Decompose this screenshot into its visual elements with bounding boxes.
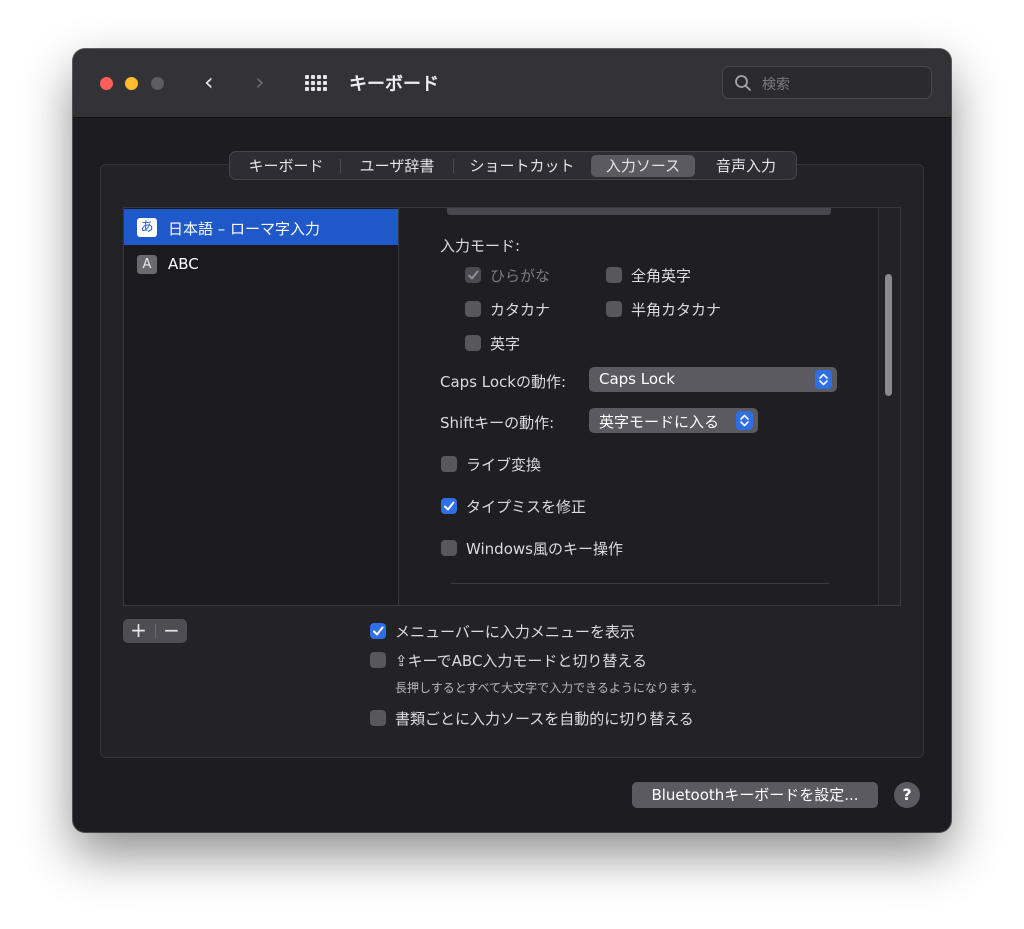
- updown-chevron-icon: [815, 370, 832, 389]
- auto-switch-label: 書類ごとに入力ソースを自動的に切り替える: [395, 710, 694, 728]
- shift-label: Shiftキーの動作:: [440, 414, 555, 432]
- back-chevron-icon[interactable]: ‹: [204, 68, 214, 96]
- live-conversion-label: ライブ変換: [466, 456, 542, 474]
- hiragana-label: ひらがな: [490, 267, 551, 285]
- source-label: ABC: [168, 255, 199, 273]
- scrollbar-track[interactable]: [878, 208, 900, 605]
- tab-dictation[interactable]: 音声入力: [702, 155, 790, 177]
- tab-input-sources[interactable]: 入力ソース: [591, 155, 695, 177]
- source-item-japanese[interactable]: あ 日本語 – ローマ字入力: [124, 209, 398, 245]
- eiji-label: 英字: [490, 335, 521, 353]
- search-placeholder: 検索: [762, 77, 790, 93]
- setup-bluetooth-keyboard-button[interactable]: Bluetoothキーボードを設定...: [632, 782, 878, 808]
- live-conversion-checkbox[interactable]: [441, 456, 457, 472]
- hiragana-badge-icon: あ: [137, 218, 157, 237]
- show-input-menu-label: メニューバーに入力メニューを表示: [395, 623, 635, 641]
- scrollbar-thumb[interactable]: [885, 274, 892, 396]
- capslock-abc-hint: 長押しするとすべて大文字で入力できるようになります。: [395, 681, 704, 695]
- tab-shortcuts[interactable]: ショートカット: [460, 155, 584, 177]
- windows-keys-checkbox[interactable]: [441, 540, 457, 556]
- list-add-remove-buttons: + −: [123, 619, 187, 643]
- hankaku-katakana-label: 半角カタカナ: [631, 301, 722, 319]
- shift-value: 英字モードに入る: [599, 413, 720, 431]
- eiji-checkbox[interactable]: [465, 335, 481, 351]
- source-options-pane: 入力モード: ひらがな 全角英字 カタカナ 半角カタカナ 英字 Caps Loc…: [399, 207, 901, 606]
- scrolled-content-edge: [447, 208, 831, 215]
- auto-switch-checkbox[interactable]: [370, 710, 386, 726]
- search-field[interactable]: 検索: [722, 66, 932, 99]
- titlebar: ‹ › キーボード 検索: [73, 49, 951, 118]
- tab-user-dictionary[interactable]: ユーザ辞書: [347, 155, 447, 177]
- typo-correction-checkbox[interactable]: [441, 498, 457, 514]
- remove-source-button[interactable]: −: [156, 619, 187, 643]
- windows-keys-label: Windows風のキー操作: [466, 540, 623, 558]
- updown-chevron-icon: [736, 411, 753, 430]
- capslock-abc-label: ⇪キーでABC入力モードと切り替える: [395, 652, 647, 670]
- source-item-abc[interactable]: A ABC: [124, 246, 398, 282]
- minimize-window-button[interactable]: [125, 77, 138, 90]
- zenkaku-eiji-checkbox[interactable]: [606, 267, 622, 283]
- forward-chevron-icon[interactable]: ›: [255, 68, 265, 96]
- help-button[interactable]: ?: [894, 782, 920, 808]
- input-mode-heading: 入力モード:: [440, 237, 521, 255]
- capslock-abc-checkbox[interactable]: [370, 652, 386, 668]
- search-icon: [735, 75, 751, 91]
- source-label: 日本語 – ローマ字入力: [168, 220, 321, 238]
- show-all-grid-icon[interactable]: [305, 75, 327, 91]
- hiragana-checkbox: [465, 267, 481, 283]
- add-source-button[interactable]: +: [123, 619, 154, 643]
- caps-lock-label: Caps Lockの動作:: [440, 373, 567, 391]
- caps-lock-popup[interactable]: Caps Lock: [589, 367, 837, 392]
- close-window-button[interactable]: [100, 77, 113, 90]
- katakana-label: カタカナ: [490, 301, 551, 319]
- abc-badge-icon: A: [137, 255, 157, 274]
- tab-bar: キーボード ユーザ辞書 ショートカット 入力ソース 音声入力: [229, 151, 797, 180]
- window-title: キーボード: [349, 74, 439, 95]
- tab-keyboard[interactable]: キーボード: [238, 155, 334, 177]
- input-source-list[interactable]: あ 日本語 – ローマ字入力 A ABC: [123, 207, 399, 606]
- caps-lock-value: Caps Lock: [599, 370, 675, 388]
- hankaku-katakana-checkbox[interactable]: [606, 301, 622, 317]
- katakana-checkbox[interactable]: [465, 301, 481, 317]
- typo-correction-label: タイプミスを修正: [466, 498, 587, 516]
- preferences-window: ‹ › キーボード 検索 キーボード ユーザ辞書 ショートカット 入力ソース 音…: [73, 49, 951, 832]
- show-input-menu-checkbox[interactable]: [370, 623, 386, 639]
- divider: [451, 583, 829, 584]
- zoom-window-button[interactable]: [151, 77, 164, 90]
- zenkaku-eiji-label: 全角英字: [631, 267, 692, 285]
- shift-popup[interactable]: 英字モードに入る: [589, 408, 758, 433]
